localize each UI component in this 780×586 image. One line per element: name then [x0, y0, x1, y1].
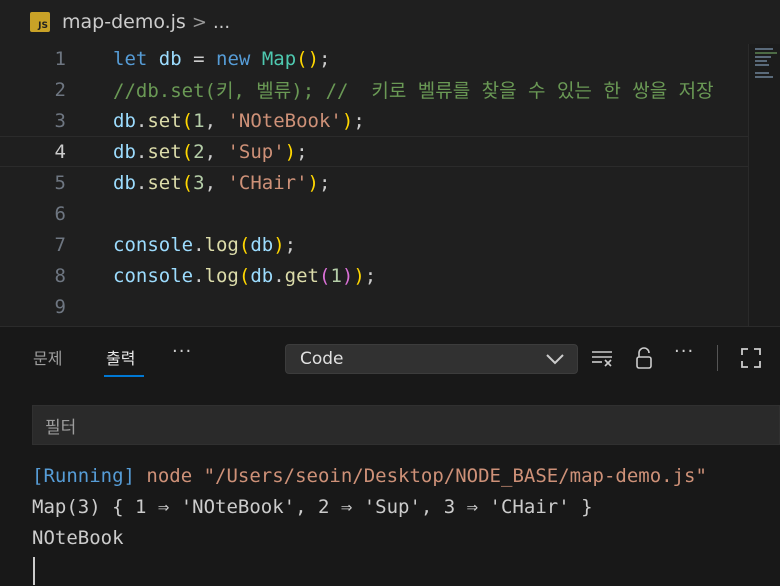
minimap-line	[755, 56, 771, 58]
maximize-panel-button[interactable]	[737, 344, 765, 372]
line-number: 7	[54, 233, 66, 256]
filter-input[interactable]: 필터	[32, 405, 780, 445]
breadcrumb-symbols[interactable]: ...	[213, 12, 230, 33]
lock-scroll-button[interactable]	[630, 344, 658, 372]
unlock-icon	[636, 347, 652, 369]
toolbar-separator	[717, 345, 718, 371]
clear-all-icon	[592, 351, 612, 367]
more-actions-icon[interactable]: ···	[674, 341, 694, 362]
maximize-icon	[741, 348, 761, 368]
line-number: 1	[54, 47, 66, 70]
minimap-line	[755, 52, 777, 54]
token: let	[113, 47, 148, 70]
line-number: 5	[54, 171, 66, 194]
filter-placeholder: 필터	[45, 417, 77, 438]
line-number: 6	[54, 202, 66, 225]
active-tab-indicator	[104, 375, 144, 377]
code-editor[interactable]: 1 let db = new Map(); 2 //db.set(키, 벨류);…	[0, 44, 780, 326]
token: db	[158, 47, 182, 70]
line-number: 3	[54, 109, 66, 132]
token: =	[193, 47, 205, 70]
tab-problems[interactable]: 문제	[33, 345, 62, 369]
text-cursor	[33, 557, 35, 585]
javascript-file-icon: JS	[30, 12, 50, 32]
line-number: 9	[54, 295, 66, 318]
code-line[interactable]: 6	[0, 198, 748, 229]
minimap-line	[755, 48, 773, 50]
minimap-line	[755, 60, 767, 62]
chevron-right-icon: >	[191, 11, 207, 33]
minimap-line	[755, 64, 769, 66]
minimap[interactable]	[748, 44, 780, 326]
minimap-line	[755, 76, 773, 78]
run-command: node "/Users/seoin/Desktop/NODE_BASE/map…	[134, 465, 707, 487]
token: )	[307, 47, 320, 70]
code-line[interactable]: 5 db.set(3, 'CHair');	[0, 167, 748, 198]
chevron-down-icon	[546, 354, 564, 365]
token: ;	[319, 47, 331, 70]
output-channel-value: Code	[300, 349, 344, 369]
clear-output-button[interactable]	[588, 344, 616, 372]
code-line[interactable]: 1 let db = new Map();	[0, 43, 748, 74]
breadcrumb: JS map-demo.js > ...	[0, 0, 780, 44]
code-line-current[interactable]: 4 db.set(2, 'Sup');	[0, 136, 748, 167]
output-line: [Running] node "/Users/seoin/Desktop/NOD…	[32, 465, 707, 487]
token: Map	[261, 47, 297, 70]
code-line[interactable]: 9	[0, 291, 748, 322]
token: new	[216, 47, 251, 70]
running-tag: [Running]	[32, 465, 135, 487]
breadcrumb-file[interactable]: map-demo.js	[62, 11, 186, 33]
output-channel-select[interactable]: Code	[285, 344, 578, 374]
code-line[interactable]: 3 db.set(1, 'NOteBook');	[0, 105, 748, 136]
line-number: 2	[54, 78, 66, 101]
line-number: 4	[54, 140, 66, 163]
minimap-line	[755, 72, 769, 74]
code-line[interactable]: 7 console.log(db);	[0, 229, 748, 260]
output-panel: 문제 출력 ··· Code ··· 필터 [Running] node "/U…	[0, 326, 780, 586]
output-line: NOteBook	[32, 527, 124, 549]
line-number: 8	[54, 264, 66, 287]
code-line[interactable]: 2 //db.set(키, 벨류); // 키로 벨류를 찾을 수 있는 한 쌍…	[0, 74, 748, 105]
comment: //db.set(키, 벨류); // 키로 벨류를 찾을 수 있는 한 쌍을 …	[113, 80, 714, 102]
code-line[interactable]: 8 console.log(db.get(1));	[0, 260, 748, 291]
token: (	[296, 47, 308, 70]
output-line: Map(3) { 1 ⇒ 'NOteBook', 2 ⇒ 'Sup', 3 ⇒ …	[32, 496, 593, 518]
tab-output[interactable]: 출력	[106, 345, 135, 369]
more-tabs-icon[interactable]: ···	[172, 341, 192, 362]
